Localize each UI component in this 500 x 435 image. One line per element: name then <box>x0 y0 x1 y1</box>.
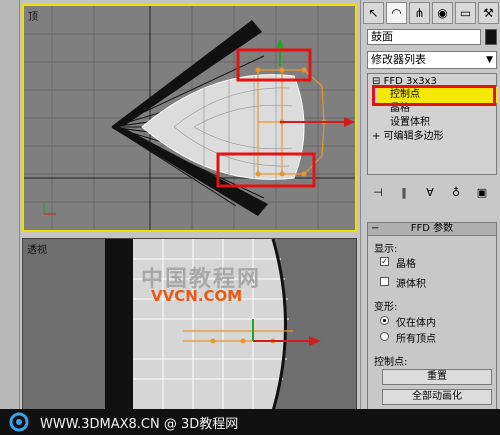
viewport-top[interactable]: 顶 <box>22 4 357 232</box>
left-toolbar-strip <box>0 0 20 435</box>
site-logo-icon <box>9 412 29 432</box>
hierarchy-tab-icon[interactable]: ⋔ <box>409 2 430 24</box>
control-points-group-title: 控制点: <box>374 357 408 368</box>
watermark-footer-text: WWW.3DMAX8.CN @ 3D教程网 <box>40 417 239 432</box>
viewport-perspective[interactable]: 透视 中国教程网 VVCN.COM <box>22 238 357 410</box>
modifier-list-label: 修改器列表 <box>371 53 426 66</box>
chevron-down-icon: ▼ <box>486 55 493 65</box>
display-group-title: 显示: <box>374 244 398 255</box>
pin-stack-icon[interactable]: ⊣ <box>367 183 389 201</box>
modify-tab-icon[interactable]: ◠ <box>386 2 407 24</box>
annotation-highlight-box <box>372 85 496 106</box>
show-end-result-icon[interactable]: ‖ <box>393 183 415 201</box>
deform-group-title: 变形: <box>374 302 398 313</box>
configure-sets-icon[interactable]: ▣ <box>471 183 493 201</box>
stack-item-label: 设置体积 <box>390 117 430 128</box>
remove-modifier-icon[interactable]: ♁ <box>445 183 467 201</box>
rollout-title: FFD 参数 <box>410 223 454 234</box>
watermark-domain: VVCN.COM <box>151 287 243 305</box>
stack-toolbar: ⊣ ‖ ∀ ♁ ▣ <box>367 182 497 202</box>
lattice-checkbox[interactable]: ✓ <box>380 257 389 266</box>
display-tab-icon[interactable]: ▭ <box>455 2 476 24</box>
lattice-label: 晶格 <box>396 259 416 270</box>
command-panel: ↖ ◠ ⋔ ◉ ▭ ⚒ 鼓面 修改器列表 ▼ ⊟ FFD 3x3x3 控制点 晶… <box>360 0 500 435</box>
stack-item-label: 可编辑多边形 <box>383 131 444 142</box>
object-color-swatch[interactable] <box>485 29 497 45</box>
source-volume-label: 源体积 <box>396 279 426 290</box>
reset-button[interactable]: 重置 <box>382 369 492 385</box>
modifier-list-dropdown[interactable]: 修改器列表 ▼ <box>367 51 497 69</box>
only-in-volume-radio[interactable] <box>380 316 389 325</box>
source-volume-checkbox[interactable] <box>380 277 389 286</box>
all-vertices-label: 所有顶点 <box>396 334 436 345</box>
object-name-field[interactable]: 鼓面 <box>367 29 481 45</box>
all-vertices-radio[interactable] <box>380 332 389 341</box>
animate-all-button[interactable]: 全部动画化 <box>382 389 492 405</box>
only-in-volume-label: 仅在体内 <box>396 318 436 329</box>
stack-item-editable-poly[interactable]: + 可编辑多边形 <box>372 130 444 144</box>
utilities-tab-icon[interactable]: ⚒ <box>478 2 499 24</box>
expand-icon[interactable]: + <box>372 131 380 142</box>
top-view-scene <box>24 6 355 230</box>
command-panel-tabs: ↖ ◠ ⋔ ◉ ▭ ⚒ <box>363 2 499 26</box>
create-tab-icon[interactable]: ↖ <box>363 2 384 24</box>
modifier-stack[interactable]: ⊟ FFD 3x3x3 控制点 晶格 设置体积 + 可编辑多边形 <box>367 73 498 175</box>
make-unique-icon[interactable]: ∀ <box>419 183 441 201</box>
motion-tab-icon[interactable]: ◉ <box>432 2 453 24</box>
stack-item-set-volume[interactable]: 设置体积 <box>390 116 430 130</box>
rollout-header[interactable]: − FFD 参数 <box>367 222 497 236</box>
ffd-parameters-rollout: − FFD 参数 显示: ✓ 晶格 源体积 变形: 仅在体内 所有顶点 控制点:… <box>367 222 497 412</box>
collapse-icon: − <box>371 223 380 234</box>
